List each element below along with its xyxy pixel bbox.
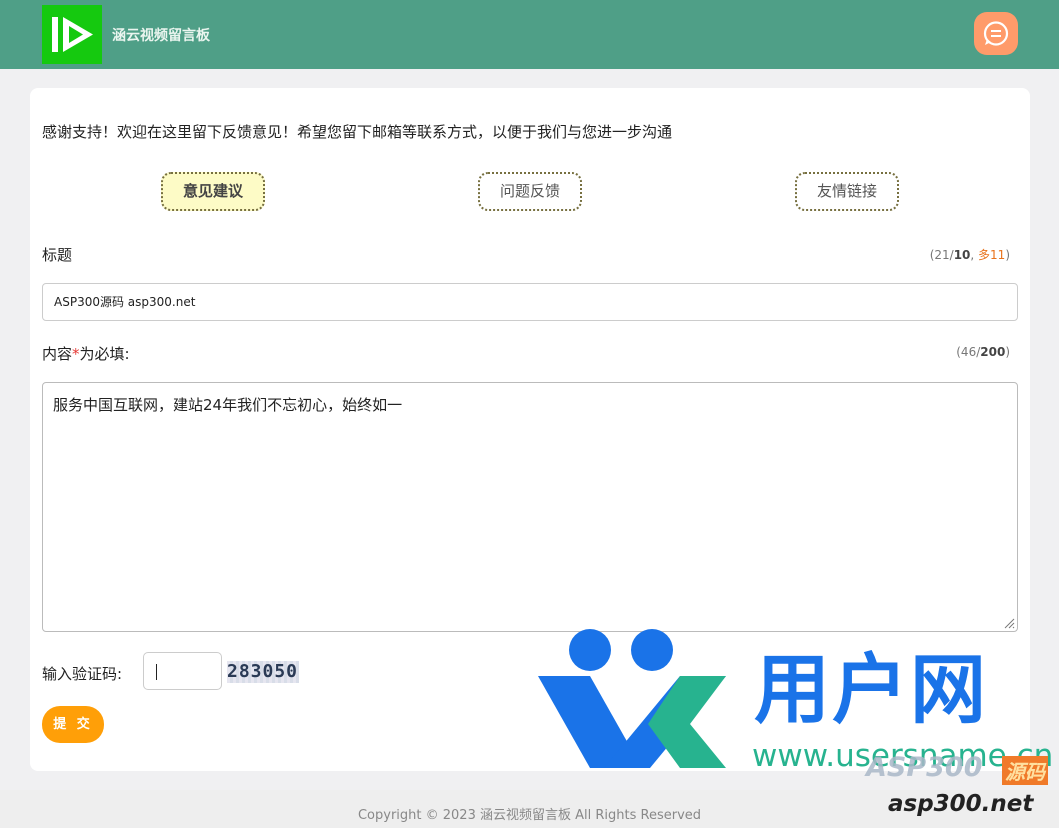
tab-issue-feedback[interactable]: 问题反馈 <box>478 172 582 211</box>
content-label: 内容*为必填: <box>42 345 130 363</box>
asp300-brand: ASP300 <box>866 752 983 783</box>
play-logo-icon[interactable] <box>42 5 102 64</box>
title-label: 标题 <box>42 246 73 264</box>
content-text: 服务中国互联网，建站24年我们不忘初心，始终如一 <box>53 396 403 414</box>
header-bar: 涵云视频留言板 <box>0 0 1059 69</box>
usersname-logo-icon <box>538 629 726 768</box>
site-title[interactable]: 涵云视频留言板 <box>112 25 210 45</box>
title-counter: (21/10, 多11) <box>929 248 1010 262</box>
captcha-label: 输入验证码: <box>42 665 123 683</box>
title-input[interactable]: ASP300源码 asp300.net <box>42 283 1018 321</box>
intro-text: 感谢支持！欢迎在这里留下反馈意见！希望您留下邮箱等联系方式，以便于我们与您进一步… <box>42 123 673 141</box>
tab-suggestion[interactable]: 意见建议 <box>161 172 265 211</box>
content-textarea[interactable]: 服务中国互联网，建站24年我们不忘初心，始终如一 <box>42 382 1018 632</box>
asp300-badge: 源码 <box>1002 756 1048 785</box>
resize-grip-icon[interactable] <box>1003 617 1015 629</box>
captcha-image[interactable]: 283050 <box>227 661 299 683</box>
tab-friend-links[interactable]: 友情链接 <box>795 172 899 211</box>
watermark-brand: 用户网 <box>754 645 988 734</box>
submit-button[interactable]: 提 交 <box>42 706 104 743</box>
content-counter: (46/200) <box>956 345 1010 359</box>
asp300-url: asp300.net <box>888 791 1034 817</box>
captcha-input[interactable] <box>143 652 222 690</box>
text-caret <box>156 664 157 680</box>
chat-bubble-icon[interactable] <box>974 12 1018 55</box>
